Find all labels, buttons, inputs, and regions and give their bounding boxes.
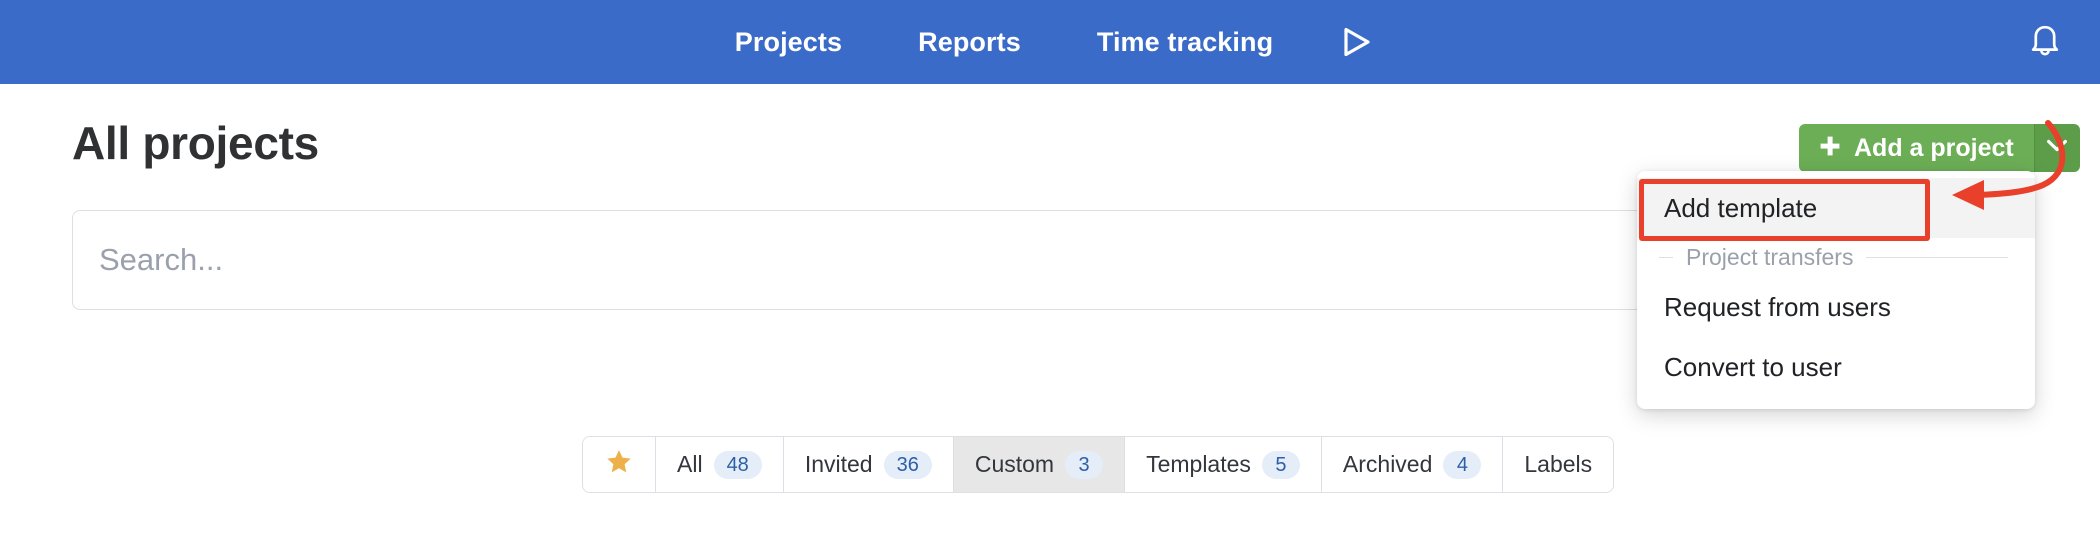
add-project-label: Add a project bbox=[1854, 133, 2014, 162]
nav-links: Projects Reports Time tracking bbox=[0, 0, 2100, 84]
top-navbar: Projects Reports Time tracking bbox=[0, 0, 2100, 84]
tab-archived[interactable]: Archived 4 bbox=[1321, 437, 1504, 492]
play-outline-icon[interactable] bbox=[1311, 0, 1403, 84]
add-project-dropdown-menu: Add template Project transfers Request f… bbox=[1637, 171, 2035, 409]
divider-line-left bbox=[1659, 257, 1673, 258]
tab-invited-label: Invited bbox=[804, 451, 873, 477]
tab-invited-badge: 36 bbox=[883, 450, 932, 479]
nav-item-projects[interactable]: Projects bbox=[697, 0, 880, 84]
app-window: Projects Reports Time tracking All proje… bbox=[0, 0, 2100, 548]
menu-item-add-template-label: Add template bbox=[1664, 192, 1818, 223]
menu-section-project-transfers: Project transfers bbox=[1637, 238, 2035, 277]
nav-item-reports[interactable]: Reports bbox=[880, 0, 1059, 84]
tab-archived-badge: 4 bbox=[1443, 450, 1482, 479]
add-project-button[interactable]: Add a project bbox=[1799, 124, 2034, 172]
tab-custom-badge: 3 bbox=[1065, 450, 1104, 479]
bell-icon[interactable] bbox=[2026, 0, 2064, 84]
tab-invited[interactable]: Invited 36 bbox=[783, 437, 954, 492]
plus-icon bbox=[1819, 135, 1841, 162]
star-icon bbox=[605, 448, 633, 482]
tab-labels[interactable]: Labels bbox=[1503, 437, 1614, 492]
tab-custom-label: Custom bbox=[974, 451, 1055, 477]
chevron-down-icon bbox=[2047, 139, 2068, 157]
menu-item-request-from-users-label: Request from users bbox=[1664, 291, 1891, 322]
tab-templates-label: Templates bbox=[1146, 451, 1251, 477]
tab-templates[interactable]: Templates 5 bbox=[1125, 437, 1322, 492]
add-project-dropdown-toggle[interactable] bbox=[2033, 124, 2080, 172]
tab-labels-label: Labels bbox=[1524, 451, 1593, 477]
page-title: All projects bbox=[72, 117, 319, 169]
tab-all-label: All bbox=[677, 451, 703, 477]
menu-item-add-template[interactable]: Add template bbox=[1637, 178, 2035, 238]
menu-section-label: Project transfers bbox=[1686, 244, 1854, 270]
tab-all[interactable]: All 48 bbox=[656, 437, 784, 492]
search-placeholder: Search... bbox=[99, 242, 224, 277]
divider-line-right bbox=[1866, 257, 2008, 258]
filter-tabs: All 48 Invited 36 Custom 3 Templates 5 A… bbox=[582, 436, 1615, 493]
menu-item-convert-to-user[interactable]: Convert to user bbox=[1637, 337, 2035, 397]
tab-templates-badge: 5 bbox=[1261, 450, 1300, 479]
tab-favorites[interactable] bbox=[583, 437, 656, 492]
tab-custom[interactable]: Custom 3 bbox=[953, 437, 1126, 492]
tab-all-badge: 48 bbox=[713, 450, 762, 479]
add-project-button-group: Add a project bbox=[1799, 124, 2080, 172]
nav-item-time-tracking[interactable]: Time tracking bbox=[1059, 0, 1311, 84]
menu-item-convert-to-user-label: Convert to user bbox=[1664, 351, 1842, 382]
menu-item-request-from-users[interactable]: Request from users bbox=[1637, 277, 2035, 337]
tab-archived-label: Archived bbox=[1342, 451, 1433, 477]
